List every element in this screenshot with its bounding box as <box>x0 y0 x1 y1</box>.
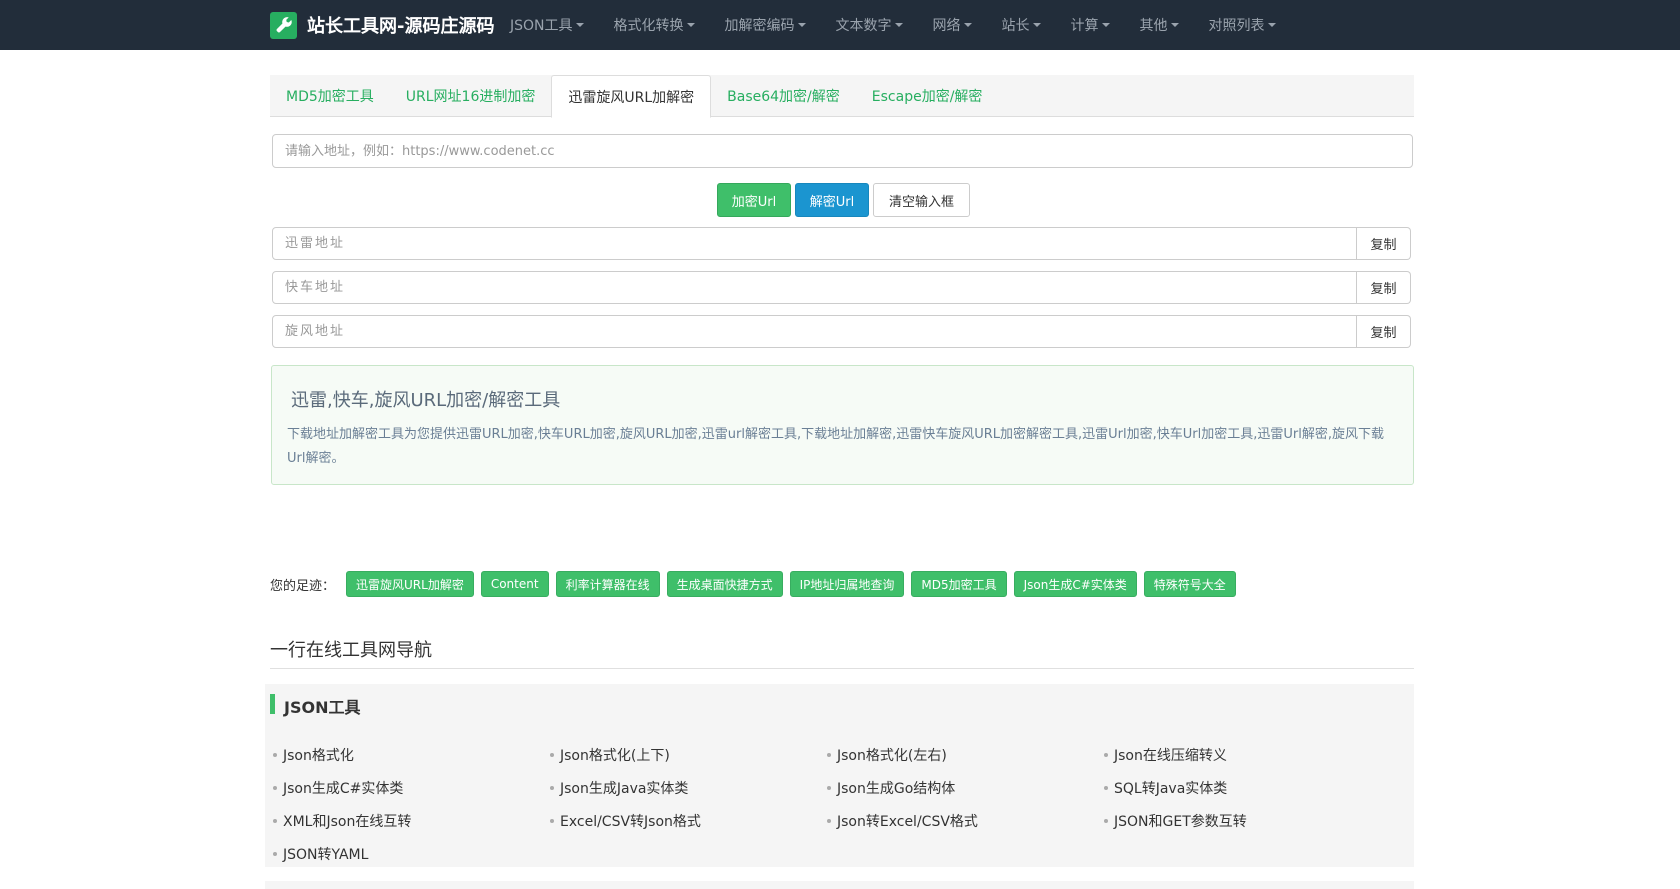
menu-text-number[interactable]: 文本数字 <box>836 15 903 35</box>
tool-tabs: MD5加密工具 URL网址16进制加密 迅雷旋风URL加解密 Base64加密/… <box>270 75 1414 118</box>
bullet-icon <box>550 752 554 757</box>
footprint-tag[interactable]: 特殊符号大全 <box>1143 571 1236 597</box>
caret-down-icon <box>797 23 806 27</box>
footprint-tag[interactable]: IP地址归属地查询 <box>789 571 905 597</box>
tab-md5[interactable]: MD5加密工具 <box>270 75 390 117</box>
caret-down-icon <box>575 23 584 27</box>
flashget-address-field[interactable] <box>272 271 1357 304</box>
url-input[interactable] <box>272 134 1413 168</box>
nav-link[interactable]: Excel/CSV转Json格式 <box>550 804 827 837</box>
tab-base64[interactable]: Base64加密/解密 <box>711 75 856 117</box>
site-navigation-heading: 一行在线工具网导航 <box>270 640 432 661</box>
caret-down-icon <box>1170 23 1179 27</box>
qqxuanfeng-address-field[interactable] <box>272 315 1357 348</box>
footprint-tag[interactable]: Json生成C#实体类 <box>1013 571 1137 597</box>
caret-down-icon <box>1032 23 1041 27</box>
bullet-icon <box>827 752 831 757</box>
clear-input-button[interactable]: 清空输入框 <box>873 183 970 217</box>
top-navbar: 站长工具网-源码庄源码 JSON工具 格式化转换 加解密编码 文本数字 网络 站… <box>0 0 1680 50</box>
copy-flashget-button[interactable]: 复制 <box>1357 271 1411 304</box>
copy-thunder-button[interactable]: 复制 <box>1357 227 1411 260</box>
tool-info-panel: 迅雷,快车,旋风URL加密/解密工具 下载地址加解密工具为您提供迅雷URL加密,… <box>271 365 1414 485</box>
tab-escape[interactable]: Escape加密/解密 <box>856 75 999 117</box>
footprint-tag[interactable]: Content <box>480 571 549 597</box>
bullet-icon <box>1104 785 1108 790</box>
json-section-title: JSON工具 <box>284 698 361 717</box>
nav-link[interactable]: JSON和GET参数互转 <box>1104 804 1381 837</box>
nav-link[interactable]: Json在线压缩转义 <box>1104 738 1381 771</box>
next-section-edge <box>265 881 1414 889</box>
tab-thunder-url[interactable]: 迅雷旋风URL加解密 <box>551 75 712 118</box>
footprint-tag[interactable]: 生成桌面快捷方式 <box>666 571 783 597</box>
menu-reference-list[interactable]: 对照列表 <box>1209 15 1276 35</box>
divider <box>270 668 1414 669</box>
nav-link[interactable]: Json生成Go结构体 <box>827 771 1104 804</box>
bullet-icon <box>1104 752 1108 757</box>
bullet-icon <box>1104 818 1108 823</box>
bullet-icon <box>550 818 554 823</box>
bullet-icon <box>827 818 831 823</box>
section-accent-bar <box>270 694 275 714</box>
footprint-label: 您的足迹： <box>270 578 336 594</box>
json-tools-panel: JSON工具 Json格式化 Json格式化(上下) Json格式化(左右) J… <box>265 684 1414 867</box>
action-buttons: 加密Url 解密Url 清空输入框 <box>717 183 974 217</box>
thunder-address-field[interactable] <box>272 227 1357 260</box>
main-menu: JSON工具 格式化转换 加解密编码 文本数字 网络 站长 计算 其他 对照列表 <box>510 0 1306 50</box>
caret-down-icon <box>686 23 695 27</box>
menu-json-tools[interactable]: JSON工具 <box>510 15 584 35</box>
qqxuanfeng-output-group: 复制 <box>272 315 1411 348</box>
thunder-output-group: 复制 <box>272 227 1411 260</box>
flashget-output-group: 复制 <box>272 271 1411 304</box>
nav-link[interactable]: Json生成Java实体类 <box>550 771 827 804</box>
menu-network[interactable]: 网络 <box>933 15 972 35</box>
brand-link[interactable]: 站长工具网-源码庄源码 <box>270 0 494 50</box>
menu-webmaster[interactable]: 站长 <box>1002 15 1041 35</box>
nav-link[interactable]: Json格式化(左右) <box>827 738 1104 771</box>
bullet-icon <box>273 752 277 757</box>
footprint-tag[interactable]: MD5加密工具 <box>911 571 1007 597</box>
nav-link[interactable]: JSON转YAML <box>273 837 550 870</box>
caret-down-icon <box>1101 23 1110 27</box>
menu-other[interactable]: 其他 <box>1140 15 1179 35</box>
tab-url-hex[interactable]: URL网址16进制加密 <box>390 75 552 117</box>
bullet-icon <box>273 785 277 790</box>
footprint-tag[interactable]: 利率计算器在线 <box>555 571 660 597</box>
menu-format-convert[interactable]: 格式化转换 <box>614 15 695 35</box>
nav-link[interactable]: Json格式化(上下) <box>550 738 827 771</box>
caret-down-icon <box>894 23 903 27</box>
nav-link[interactable]: XML和Json在线互转 <box>273 804 550 837</box>
bullet-icon <box>273 851 277 856</box>
caret-down-icon <box>1267 23 1276 27</box>
wrench-icon <box>270 11 297 39</box>
encrypt-url-button[interactable]: 加密Url <box>717 183 791 217</box>
info-description: 下载地址加解密工具为您提供迅雷URL加密,快车URL加密,旋风URL加密,迅雷u… <box>287 427 1384 466</box>
nav-link[interactable]: Json格式化 <box>273 738 550 771</box>
bullet-icon <box>273 818 277 823</box>
json-links-grid: Json格式化 Json格式化(上下) Json格式化(左右) Json在线压缩… <box>273 738 1393 870</box>
nav-link[interactable]: SQL转Java实体类 <box>1104 771 1381 804</box>
info-title: 迅雷,快车,旋风URL加密/解密工具 <box>291 390 561 411</box>
nav-link[interactable]: Json转Excel/CSV格式 <box>827 804 1104 837</box>
bullet-icon <box>550 785 554 790</box>
menu-calculate[interactable]: 计算 <box>1071 15 1110 35</box>
brand-title: 站长工具网-源码庄源码 <box>307 16 495 37</box>
nav-link[interactable]: Json生成C#实体类 <box>273 771 550 804</box>
footprint-bar: 您的足迹： 迅雷旋风URL加解密 Content 利率计算器在线 生成桌面快捷方… <box>270 571 1243 597</box>
copy-qqxuanfeng-button[interactable]: 复制 <box>1357 315 1411 348</box>
decrypt-url-button[interactable]: 解密Url <box>795 183 869 217</box>
footprint-tag[interactable]: 迅雷旋风URL加解密 <box>346 571 474 597</box>
bullet-icon <box>827 785 831 790</box>
menu-encrypt-encode[interactable]: 加解密编码 <box>725 15 806 35</box>
caret-down-icon <box>963 23 972 27</box>
